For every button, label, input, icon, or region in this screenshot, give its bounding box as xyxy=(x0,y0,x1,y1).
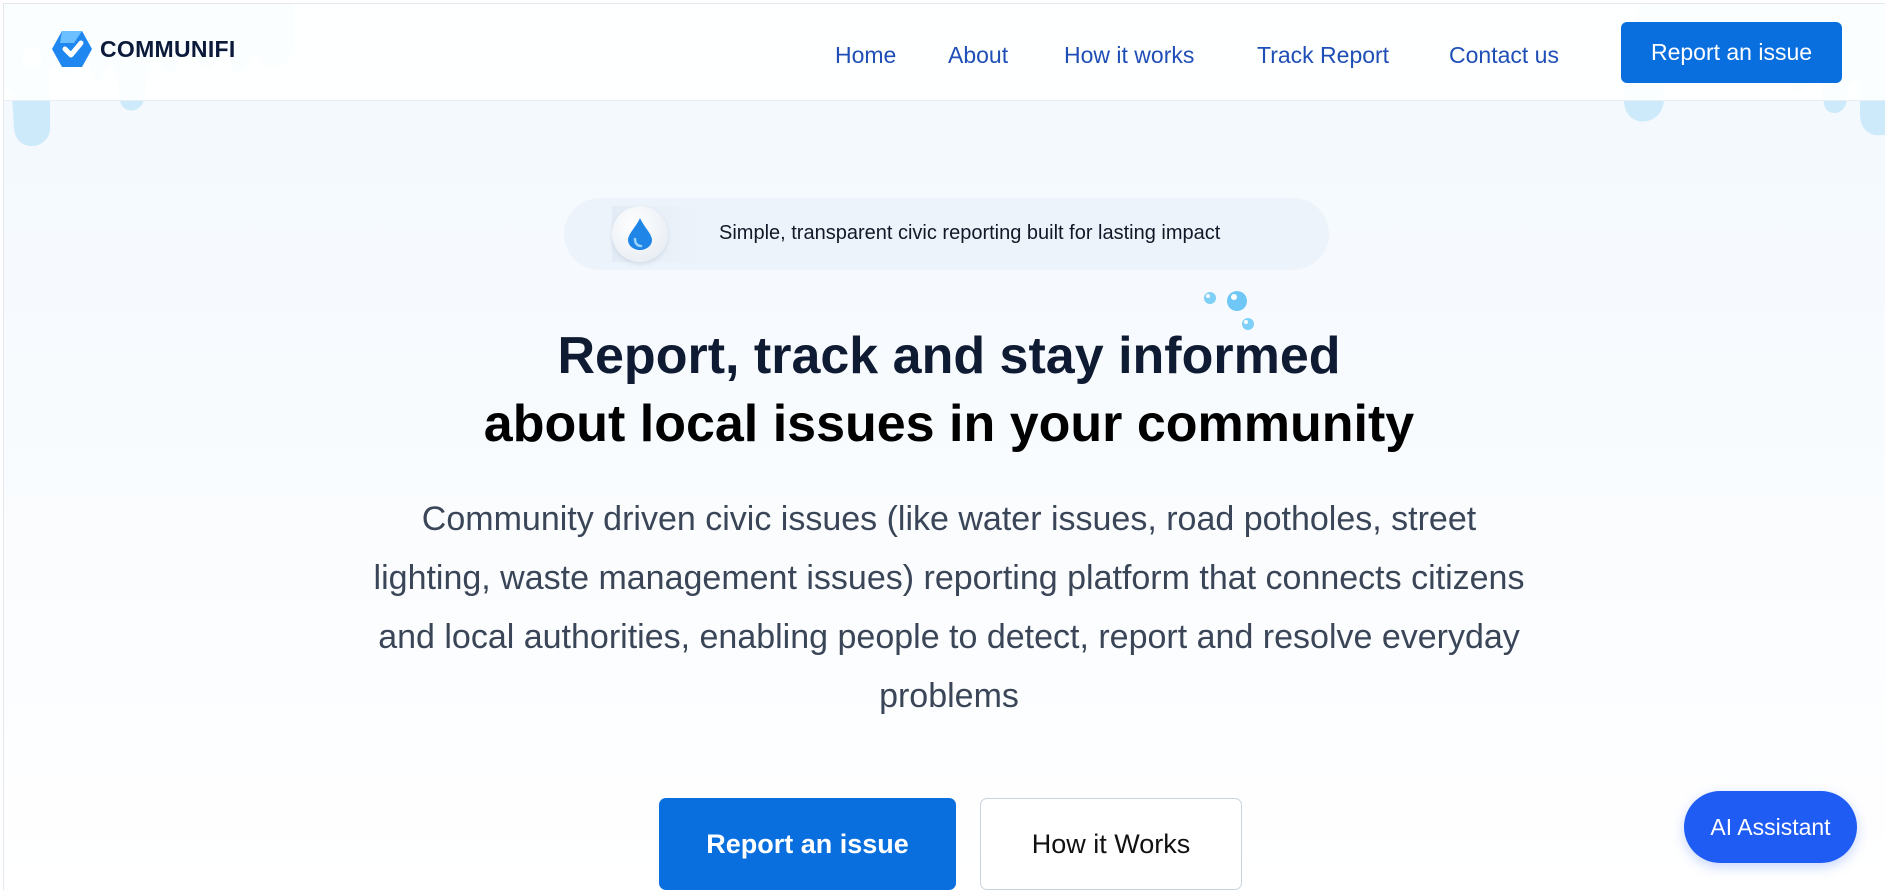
header-report-issue-button[interactable]: Report an issue xyxy=(1621,22,1842,83)
tagline-text: Simple, transparent civic reporting buil… xyxy=(719,222,1221,244)
site-header: COMMUNIFI Home About How it works Track … xyxy=(4,4,1885,101)
tagline-pill: Simple, transparent civic reporting buil… xyxy=(564,198,1329,270)
nav-home-link[interactable]: Home xyxy=(835,42,896,69)
headline-line-2: about local issues in your community xyxy=(483,395,1415,453)
nav-contact-link[interactable]: Contact us xyxy=(1449,42,1559,69)
how-it-works-button[interactable]: How it Works xyxy=(980,798,1242,890)
pill-icon-circle xyxy=(612,206,668,262)
headline-line-1: Report, track and stay informed xyxy=(557,327,1341,385)
hero-headline: Report, track and stay informed about lo… xyxy=(4,322,1885,458)
nav-how-it-works-link[interactable]: How it works xyxy=(1064,42,1194,69)
brand-logo[interactable]: COMMUNIFI xyxy=(52,30,236,68)
brand-name: COMMUNIFI xyxy=(100,35,236,62)
communifi-logo-icon xyxy=(52,31,92,67)
nav-about-link[interactable]: About xyxy=(948,42,1008,69)
report-issue-button[interactable]: Report an issue xyxy=(659,798,956,890)
water-drop-icon xyxy=(628,218,652,250)
nav-track-report-link[interactable]: Track Report xyxy=(1257,42,1389,69)
hero-description: Community driven civic issues (like wate… xyxy=(373,500,1525,715)
page-frame: COMMUNIFI Home About How it works Track … xyxy=(3,3,1885,890)
ai-assistant-button[interactable]: AI Assistant xyxy=(1684,791,1857,863)
